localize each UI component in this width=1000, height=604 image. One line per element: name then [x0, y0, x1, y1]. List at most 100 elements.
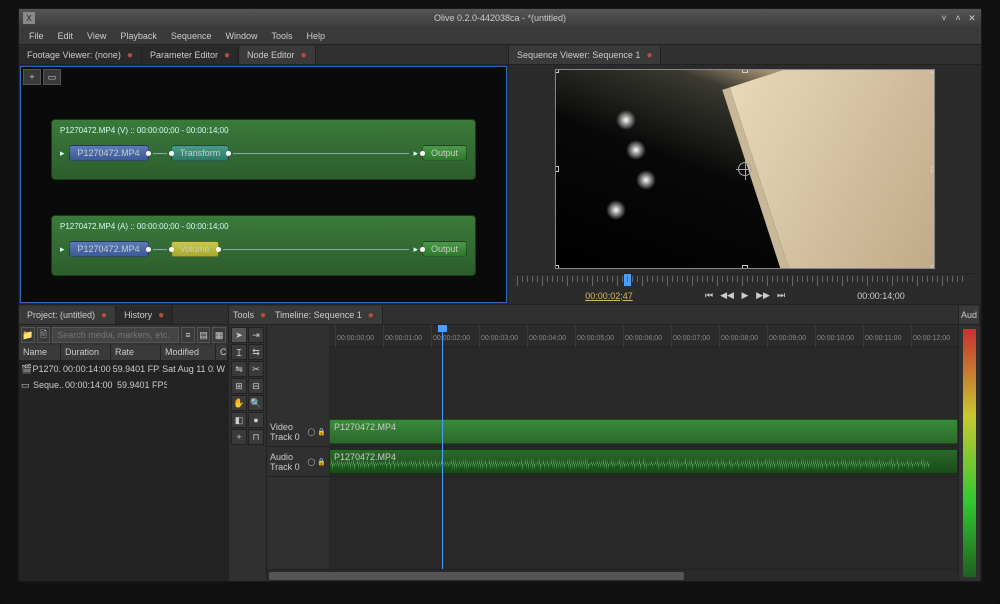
step-forward-button[interactable]: ▶▶ — [755, 289, 771, 303]
viewer-frame[interactable] — [555, 69, 935, 269]
tab-audio-monitor[interactable]: Aud — [959, 306, 980, 324]
hand-tool[interactable]: ✋ — [231, 395, 247, 411]
step-back-button[interactable]: ◀◀ — [719, 289, 735, 303]
goto-end-button[interactable]: ⏭ — [773, 289, 789, 303]
node-editor-canvas[interactable]: + ▭ P1270472.MP4 (V) :: 00:00:00;00 - 00… — [20, 66, 507, 303]
node-output[interactable]: Output — [422, 241, 467, 257]
view-list-button[interactable]: ≡ — [181, 327, 195, 343]
timeline-ruler[interactable]: 00:00:00;0000:00:01;0000:00:02;0000:00:0… — [329, 325, 958, 347]
resize-handle[interactable] — [742, 265, 748, 269]
menu-window[interactable]: Window — [219, 29, 263, 43]
node-media[interactable]: P1270472.MP4 — [69, 241, 149, 257]
node-group-audio[interactable]: P1270472.MP4 (A) :: 00:00:00;00 - 00:00:… — [51, 215, 476, 276]
project-list[interactable]: 🎬 P1270... 00:00:14:00 59.9401 FPS Sat A… — [19, 361, 228, 581]
edit-tool[interactable]: Ｉ — [231, 344, 247, 360]
resize-handle[interactable] — [931, 69, 935, 73]
tab-timeline[interactable]: Timeline: Sequence 1● — [267, 306, 383, 324]
resize-handle[interactable] — [555, 69, 559, 73]
rolling-tool[interactable]: ⇋ — [231, 361, 247, 377]
zoom-tool[interactable]: 🔍 — [248, 395, 264, 411]
view-tree-button[interactable]: ▤ — [197, 327, 211, 343]
add-node-button[interactable]: + — [23, 69, 41, 85]
close-icon[interactable]: ● — [368, 310, 374, 321]
titlebar[interactable]: X Olive 0.2.0-442038ca - *(untitled) ˅ ˄… — [19, 9, 981, 27]
sequence-viewer[interactable] — [509, 65, 981, 273]
scrollbar-thumb[interactable] — [269, 572, 684, 580]
video-track[interactable]: P1270472.MP4 — [329, 417, 958, 447]
menu-file[interactable]: File — [23, 29, 50, 43]
menu-edit[interactable]: Edit — [52, 29, 80, 43]
node-output[interactable]: Output — [422, 145, 467, 161]
node-media[interactable]: P1270472.MP4 — [69, 145, 149, 161]
node-volume[interactable]: Volume — [171, 241, 219, 257]
col-name[interactable]: Name — [19, 345, 61, 360]
tab-footage-viewer[interactable]: Footage Viewer: (none)● — [19, 46, 142, 64]
nav-up-button[interactable]: 🖹 — [37, 327, 51, 343]
track-header-audio[interactable]: Audio Track 0 ◯ 🔒 — [267, 447, 329, 477]
play-button[interactable]: ▶ — [737, 289, 753, 303]
close-button[interactable]: ✕ — [967, 13, 977, 23]
lock-icon[interactable]: 🔒 — [317, 427, 326, 437]
menu-sequence[interactable]: Sequence — [165, 29, 218, 43]
tab-parameter-editor[interactable]: Parameter Editor● — [142, 46, 239, 64]
close-icon[interactable]: ● — [224, 50, 230, 61]
col-duration[interactable]: Duration — [61, 345, 111, 360]
menu-view[interactable]: View — [81, 29, 112, 43]
razor-tool[interactable]: ✂ — [248, 361, 264, 377]
close-icon[interactable]: ● — [158, 310, 164, 321]
resize-handle[interactable] — [555, 166, 559, 172]
col-c[interactable]: C — [216, 345, 228, 360]
current-timecode[interactable]: 00:00:02;47 — [517, 291, 701, 301]
ripple-tool[interactable]: ⇆ — [248, 344, 264, 360]
video-clip[interactable]: P1270472.MP4 — [329, 419, 958, 444]
close-icon[interactable]: ● — [127, 50, 133, 61]
resize-handle[interactable] — [931, 265, 935, 269]
playhead[interactable] — [442, 325, 443, 569]
node-group-video[interactable]: P1270472.MP4 (V) :: 00:00:00;00 - 00:00:… — [51, 119, 476, 180]
close-icon[interactable]: ● — [260, 310, 266, 321]
audio-track[interactable]: P1270472.MP4 — [329, 447, 958, 477]
track-header-video[interactable]: Video Track 0 ◯ 🔒 — [267, 417, 329, 447]
col-modified[interactable]: Modified — [161, 345, 216, 360]
record-tool[interactable]: ● — [248, 412, 264, 428]
lock-icon[interactable]: 🔒 — [317, 457, 326, 467]
slip-tool[interactable]: ⊞ — [231, 378, 247, 394]
tab-node-editor[interactable]: Node Editor● — [239, 46, 316, 64]
timeline-scrollbar[interactable] — [267, 569, 958, 581]
node-view-button[interactable]: ▭ — [43, 69, 61, 85]
tab-project[interactable]: Project: (untitled)● — [19, 306, 116, 324]
view-grid-button[interactable]: ▦ — [212, 327, 226, 343]
slide-tool[interactable]: ⊟ — [248, 378, 264, 394]
transition-tool[interactable]: ◧ — [231, 412, 247, 428]
menu-tools[interactable]: Tools — [265, 29, 298, 43]
minimize-button[interactable]: ˅ — [939, 13, 949, 23]
maximize-button[interactable]: ˄ — [953, 13, 963, 23]
new-folder-button[interactable]: 📁 — [21, 327, 35, 343]
track-select-tool[interactable]: ⇥ — [248, 327, 264, 343]
search-input[interactable] — [52, 327, 179, 343]
pointer-tool[interactable]: ➤ — [231, 327, 247, 343]
resize-handle[interactable] — [555, 265, 559, 269]
tab-sequence-viewer[interactable]: Sequence Viewer: Sequence 1● — [509, 46, 661, 64]
list-item[interactable]: 🎬 P1270... 00:00:14:00 59.9401 FPS Sat A… — [19, 361, 228, 377]
tab-history[interactable]: History● — [116, 306, 173, 324]
menu-help[interactable]: Help — [301, 29, 332, 43]
snap-toggle[interactable]: ⊓ — [248, 429, 264, 445]
audio-clip[interactable]: P1270472.MP4 — [329, 449, 958, 474]
viewer-ruler[interactable] — [513, 273, 977, 287]
tab-tools[interactable]: Tools● — [229, 306, 271, 324]
resize-handle[interactable] — [742, 69, 748, 73]
menu-playback[interactable]: Playback — [114, 29, 163, 43]
resize-handle[interactable] — [931, 166, 935, 172]
col-rate[interactable]: Rate — [111, 345, 161, 360]
node-transform[interactable]: Transform — [171, 145, 230, 161]
close-icon[interactable]: ● — [301, 50, 307, 61]
add-tool[interactable]: + — [231, 429, 247, 445]
close-icon[interactable]: ● — [646, 50, 652, 61]
mute-icon[interactable]: ◯ — [307, 427, 315, 437]
list-item[interactable]: ▭ Seque... 00:00:14:00 59.9401 FPS — [19, 377, 228, 393]
goto-start-button[interactable]: ⏮ — [701, 289, 717, 303]
mute-icon[interactable]: ◯ — [307, 457, 315, 467]
timeline-canvas[interactable]: 00:00:00;0000:00:01;0000:00:02;0000:00:0… — [329, 325, 958, 569]
close-icon[interactable]: ● — [101, 310, 107, 321]
